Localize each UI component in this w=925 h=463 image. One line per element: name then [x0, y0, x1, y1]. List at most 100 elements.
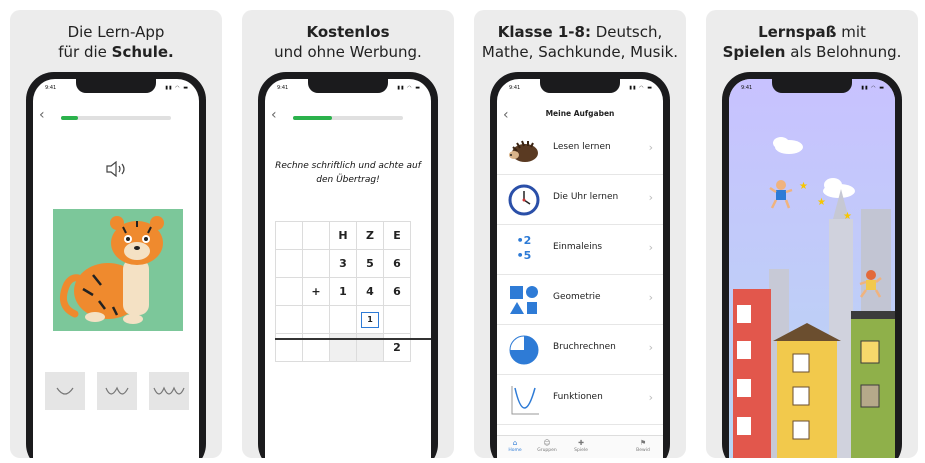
phone-notch — [76, 79, 156, 93]
grid-cell — [275, 221, 303, 250]
back-button[interactable]: ‹ — [39, 107, 45, 123]
list-item-label: Geometrie — [553, 292, 601, 302]
grid-cell — [275, 277, 303, 306]
panel-caption: Lernspaß mit Spielen als Belohnung. — [706, 22, 918, 62]
answer-tile-1[interactable] — [45, 372, 85, 410]
caption-bold-text: Kostenlos — [306, 23, 390, 41]
tab-bar: ⌂ Home ☺ Gruppen ✚ Spiele ⚑ Bewid — [497, 435, 663, 458]
grid-header-row: H Z E — [275, 221, 411, 250]
speaker-icon[interactable] — [105, 161, 127, 177]
tab-gruppen[interactable]: ☺ Gruppen — [535, 439, 559, 453]
list-item-label: Funktionen — [553, 392, 603, 402]
screenshot-panel-3: Klasse 1-8: Deutsch, Mathe, Sachkunde, M… — [474, 10, 686, 458]
lesson-progress-bar — [293, 116, 403, 120]
page-title: Meine Aufgaben — [545, 109, 615, 118]
grid-carry-row: 1 — [275, 305, 411, 334]
caption-line-2: Spielen als Belohnung. — [706, 42, 918, 62]
chevron-right-icon: › — [648, 291, 653, 304]
grid-cell: Z — [356, 221, 384, 250]
cloud-icon — [773, 137, 803, 154]
chevron-right-icon: › — [648, 341, 653, 354]
home-icon: ⌂ — [512, 439, 518, 447]
progress-fill — [293, 116, 332, 120]
status-icons: ▮▮ ◠ ▬ — [629, 85, 653, 91]
chevron-right-icon: › — [648, 391, 653, 404]
phone-frame: 9:41 ▮▮ ◠ ▬ ‹ — [26, 72, 206, 458]
chevron-right-icon: › — [648, 241, 653, 254]
answer-tile-2[interactable] — [97, 372, 137, 410]
sum-line — [275, 338, 431, 340]
task-instruction: Rechne schriftlich und achte auf den Übe… — [275, 161, 421, 185]
caption-bold-text: Schule. — [111, 43, 174, 61]
list-item-einmaleins[interactable]: •2 •5 Einmaleins › — [497, 225, 663, 275]
progress-fill — [61, 116, 78, 120]
phone-screen: 9:41 ▮▮ ◠ ▬ ‹ Meine Aufgaben Lesen lernen… — [497, 79, 663, 458]
panel-caption: Kostenlos und ohne Werbung. — [242, 22, 454, 62]
status-icons: ▮▮ ◠ ▬ — [165, 85, 189, 91]
list-item-geometrie[interactable]: Geometrie › — [497, 275, 663, 325]
character-icon — [769, 180, 793, 209]
caption-text: als Belohnung. — [785, 43, 902, 61]
grid-cell — [329, 305, 357, 334]
star-icon: ★ — [843, 211, 852, 222]
phone-notch — [772, 79, 852, 93]
caption-bold-text: Klasse 1-8: — [497, 23, 591, 41]
grid-cell — [302, 221, 330, 250]
cloud-icon — [823, 178, 855, 198]
grid-cell — [275, 305, 303, 334]
caption-line-1: Klasse 1-8: Deutsch, — [474, 22, 686, 42]
star-icon: ★ — [817, 197, 826, 208]
carry-input[interactable]: 1 — [361, 311, 379, 328]
chevron-right-icon: › — [648, 141, 653, 154]
chevron-right-icon: › — [648, 191, 653, 204]
game-screen[interactable]: 9:41 ▮▮ ◠ ▬ ★ ★ ★ — [729, 79, 895, 458]
grid-cell: H — [329, 221, 357, 250]
city-game-scene: ★ ★ ★ — [733, 137, 895, 458]
status-icons: ▮▮ ◠ ▬ — [397, 85, 421, 91]
clock-icon — [508, 184, 540, 216]
caption-bold-text: Lernspaß — [758, 23, 837, 41]
flag-icon: ⚑ — [639, 439, 647, 447]
caption-line-1: Lernspaß mit — [706, 22, 918, 42]
multiplication-glyph: •2 — [516, 234, 532, 247]
caption-text: mit — [836, 23, 866, 41]
grid-cell — [302, 305, 330, 334]
list-item-label: Die Uhr lernen — [553, 192, 619, 202]
group-icon: ☺ — [543, 439, 551, 447]
tab-label: Home — [508, 448, 522, 453]
list-item-bruchrechnen[interactable]: Bruchrechnen › — [497, 325, 663, 375]
answer-tile-3[interactable] — [149, 372, 189, 410]
list-item-lesen[interactable]: Lesen lernen › — [497, 125, 663, 175]
caption-line-1: Die Lern-App — [67, 23, 165, 41]
phone-frame: 9:41 ▮▮ ◠ ▬ ‹ Rechne schriftlich und acht… — [258, 72, 438, 458]
grid-row: + 1 4 6 — [275, 277, 411, 306]
caption-line-2: Mathe, Sachkunde, Musik. — [481, 43, 679, 61]
tab-bewid[interactable]: ⚑ Bewid — [631, 439, 655, 453]
grid-cell: 3 — [329, 249, 357, 278]
caption-line-1: Kostenlos — [242, 22, 454, 42]
screenshot-panel-1: Die Lern-App für die Schule. 9:41 ▮▮ ◠ ▬ … — [10, 10, 222, 458]
phone-frame: 9:41 ▮▮ ◠ ▬ ‹ Meine Aufgaben Lesen lernen… — [490, 72, 670, 458]
list-item-uhr[interactable]: Die Uhr lernen › — [497, 175, 663, 225]
function-graph-icon — [511, 386, 539, 415]
grid-cell: 6 — [383, 277, 411, 306]
grid-cell: 6 — [383, 249, 411, 278]
addition-grid: H Z E 3 5 6 + 1 4 6 1 2 — [275, 221, 411, 362]
carry-cell[interactable]: 1 — [356, 305, 384, 334]
lesson-progress-bar — [61, 116, 171, 120]
panel-caption: Die Lern-App für die Schule. — [10, 22, 222, 62]
status-icons: ▮▮ ◠ ▬ — [861, 85, 885, 91]
list-item-funktionen[interactable]: Funktionen › — [497, 375, 663, 425]
back-button[interactable]: ‹ — [271, 107, 277, 123]
tab-spiele[interactable]: ✚ Spiele — [569, 439, 593, 453]
star-icon: ★ — [799, 181, 808, 192]
panel-caption: Klasse 1-8: Deutsch, Mathe, Sachkunde, M… — [474, 22, 686, 62]
caption-line-2: für die Schule. — [10, 42, 222, 62]
grid-cell: 4 — [356, 277, 384, 306]
tab-label: Bewid — [636, 448, 650, 453]
hedgehog-icon — [509, 140, 538, 162]
grid-cell — [275, 249, 303, 278]
phone-screen: 9:41 ▮▮ ◠ ▬ ‹ Rechne schriftlich und acht… — [265, 79, 431, 458]
phone-notch — [308, 79, 388, 93]
tab-home[interactable]: ⌂ Home — [503, 439, 527, 453]
